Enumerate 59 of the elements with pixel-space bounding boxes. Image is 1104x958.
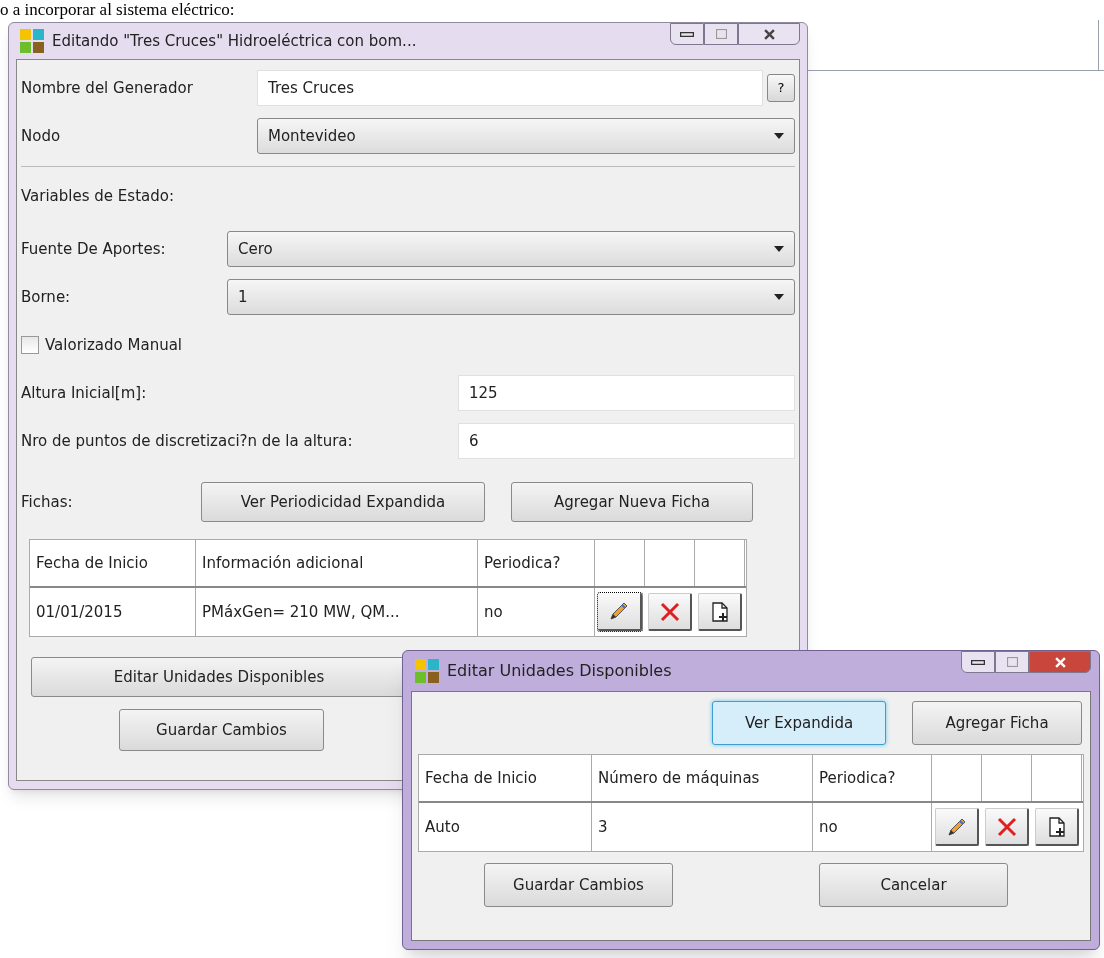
checkbox[interactable]: [21, 336, 39, 354]
field-label: Nro de puntos de discretizaci?n de la altura:: [21, 432, 353, 450]
caret-icon: [774, 246, 784, 252]
close-icon: [1054, 656, 1066, 668]
minimize-button[interactable]: [961, 651, 995, 673]
button[interactable]: Agregar Ficha: [912, 701, 1082, 745]
dropdown[interactable]: Montevideo: [257, 118, 795, 154]
table-cell-text: Auto: [425, 816, 460, 838]
field-label: Variables de Estado:: [21, 185, 174, 207]
maximize-icon: [1006, 657, 1018, 667]
close-button[interactable]: [1029, 651, 1091, 673]
field-label: Nombre del Generador: [21, 79, 193, 97]
field-label: Fichas:: [21, 493, 73, 511]
column-header: Número de máquinas: [598, 767, 760, 789]
dropdown[interactable]: Cero: [227, 231, 795, 267]
window-title: Editando "Tres Cruces" Hidroeléctrica con bom...: [52, 30, 417, 52]
table-cell-text: PMáxGen= 210 MW, QM...: [202, 601, 400, 623]
delete-button[interactable]: [648, 593, 692, 631]
field-label: Nodo: [21, 127, 61, 145]
button[interactable]: Ver Periodicidad Expandida: [201, 482, 485, 522]
caret-icon: [774, 294, 784, 300]
button[interactable]: Guardar Cambios: [119, 709, 324, 751]
table-cell-text: 3: [598, 816, 608, 838]
table-cell-text: 01/01/2015: [36, 601, 123, 623]
input-field[interactable]: 125: [458, 375, 795, 411]
app-icon: [20, 29, 44, 53]
column-header: Fecha de Inicio: [36, 552, 148, 574]
add-button[interactable]: [698, 593, 742, 631]
add-button[interactable]: [1035, 808, 1079, 846]
help-button[interactable]: ?: [767, 74, 795, 102]
minimize-button[interactable]: [670, 23, 704, 45]
table-cell-text: no: [819, 816, 838, 838]
delete-button[interactable]: [985, 808, 1029, 846]
input-field[interactable]: Tres Cruces: [257, 70, 763, 106]
column-header: Fecha de Inicio: [425, 767, 537, 789]
table-cell-text: no: [484, 601, 503, 623]
field-label: Fuente De Aportes:: [21, 240, 166, 258]
caret-icon: [774, 133, 784, 139]
minimize-icon: [971, 659, 985, 665]
input-field[interactable]: 6: [458, 423, 795, 459]
edit-button[interactable]: [598, 593, 642, 631]
maximize-icon: [715, 29, 727, 39]
column-header: Periodica?: [819, 767, 896, 789]
button[interactable]: Ver Expandida: [712, 701, 886, 745]
document-text: o a incorporar al sistema eléctrico:: [0, 0, 235, 19]
close-icon: [763, 28, 775, 40]
field-label: Borne:: [21, 288, 71, 306]
field-label: Valorizado Manual: [45, 334, 182, 356]
button[interactable]: Agregar Nueva Ficha: [511, 482, 753, 522]
minimize-icon: [680, 31, 694, 37]
column-header: Información adicional: [202, 552, 364, 574]
dropdown[interactable]: 1: [227, 279, 795, 315]
button[interactable]: Cancelar: [819, 863, 1008, 907]
field-label: Altura Inicial[m]:: [21, 384, 147, 402]
close-button[interactable]: [738, 23, 800, 45]
button[interactable]: Guardar Cambios: [484, 863, 673, 907]
column-header: Periodica?: [484, 552, 561, 574]
window-title: Editar Unidades Disponibles: [447, 660, 672, 682]
app-icon: [415, 659, 439, 683]
